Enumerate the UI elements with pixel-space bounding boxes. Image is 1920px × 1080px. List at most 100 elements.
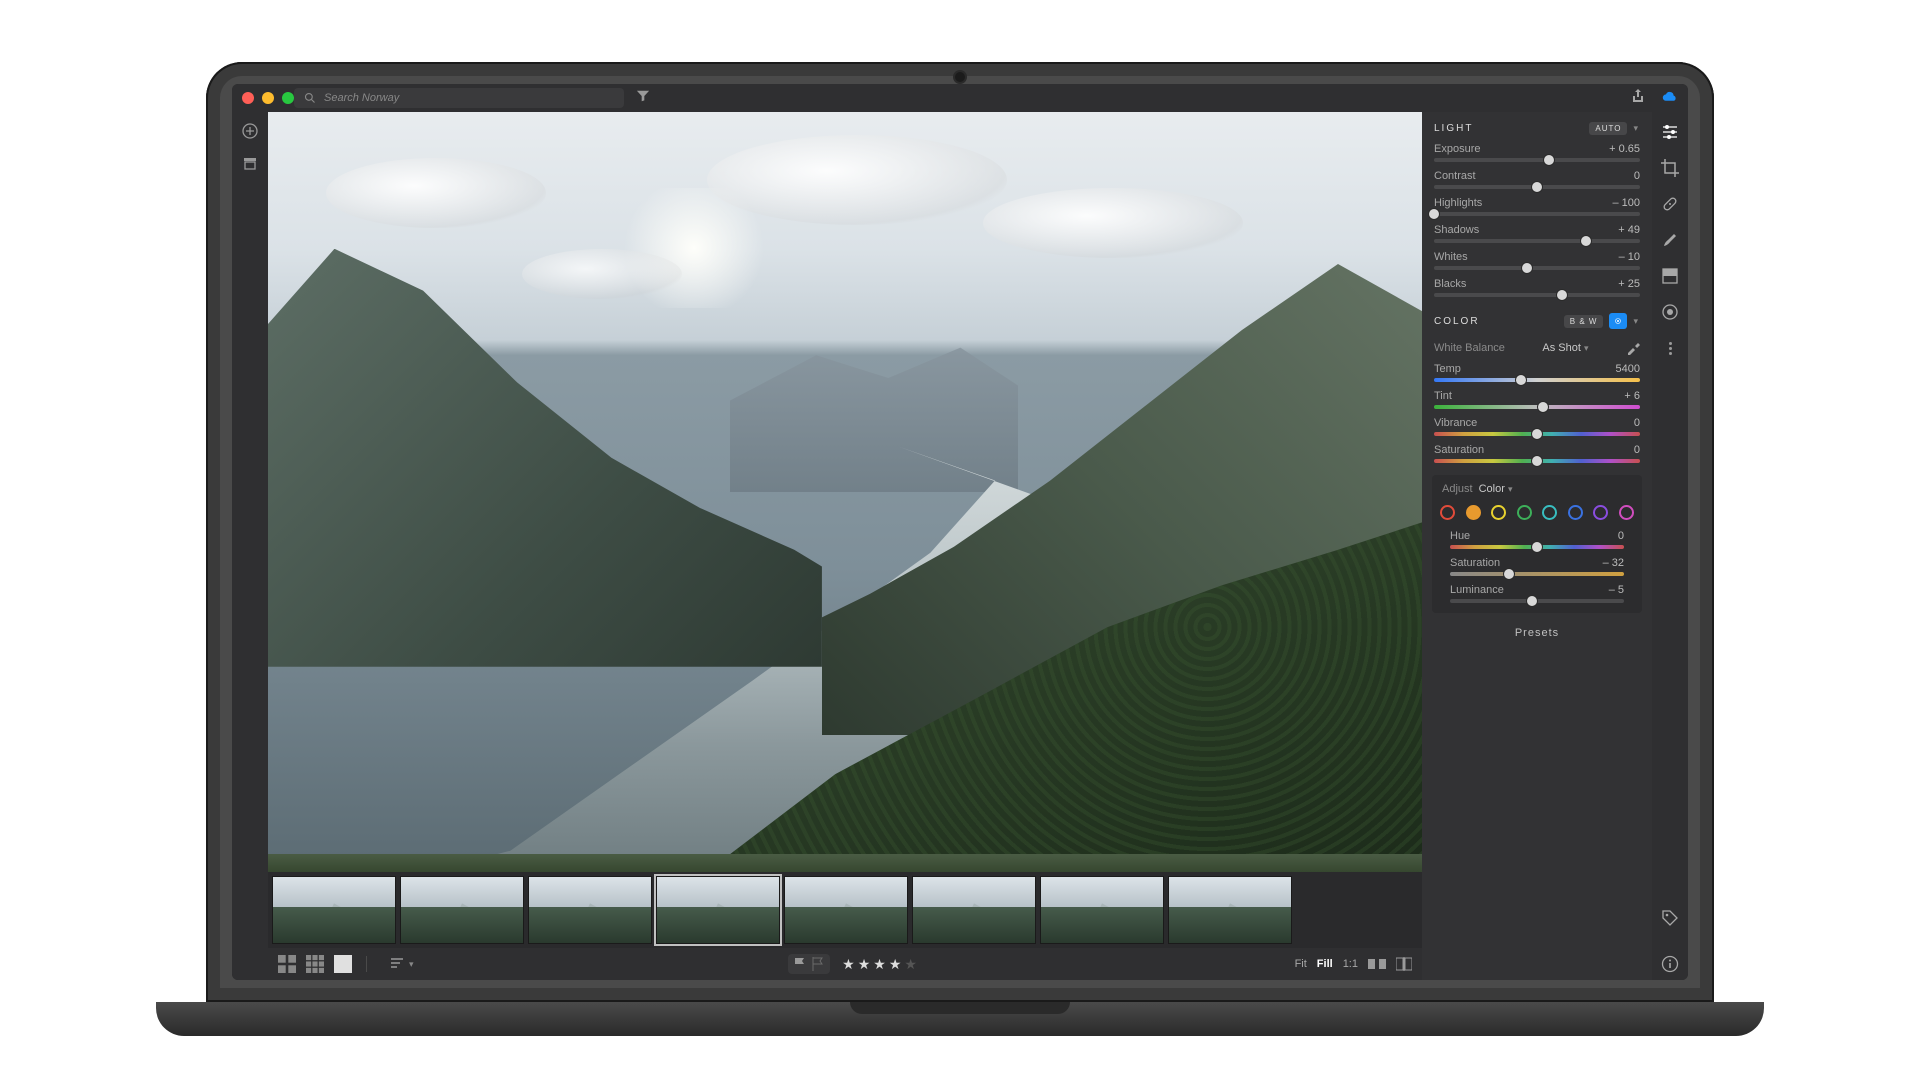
color-swatch-7[interactable] bbox=[1619, 505, 1634, 520]
tag-button[interactable] bbox=[1660, 908, 1680, 928]
tint-slider[interactable]: Tint+ 6 bbox=[1422, 388, 1652, 415]
more-tools-button[interactable] bbox=[1660, 338, 1680, 358]
square-grid-button[interactable] bbox=[306, 957, 324, 971]
adjust-mode-dropdown[interactable]: Color ▾ bbox=[1479, 483, 1513, 495]
highlights-slider[interactable]: Highlights– 100 bbox=[1422, 195, 1652, 222]
library-button[interactable] bbox=[241, 154, 259, 172]
exposure-knob[interactable] bbox=[1543, 154, 1555, 166]
filmstrip-thumb[interactable] bbox=[656, 876, 780, 944]
color-swatch-5[interactable] bbox=[1568, 505, 1583, 520]
star-2[interactable]: ★ bbox=[858, 956, 874, 972]
saturation-knob[interactable] bbox=[1531, 455, 1543, 467]
healing-button[interactable] bbox=[1660, 194, 1680, 214]
color-swatch-6[interactable] bbox=[1593, 505, 1608, 520]
photo-canvas[interactable] bbox=[268, 112, 1422, 872]
filmstrip-thumb[interactable] bbox=[272, 876, 396, 944]
more-icon bbox=[1669, 342, 1672, 355]
filmstrip-thumb[interactable] bbox=[400, 876, 524, 944]
share-button[interactable] bbox=[1630, 88, 1646, 109]
titlebar: Search Norway bbox=[232, 84, 1688, 112]
eyedropper-button[interactable] bbox=[1626, 341, 1640, 355]
tint-knob[interactable] bbox=[1537, 401, 1549, 413]
exposure-slider[interactable]: Exposure+ 0.65 bbox=[1422, 141, 1652, 168]
tag-icon bbox=[1661, 909, 1679, 927]
color-title: COLOR bbox=[1434, 316, 1480, 327]
linear-gradient-button[interactable] bbox=[1660, 266, 1680, 286]
cloud-sync-button[interactable] bbox=[1662, 88, 1678, 109]
cloud-icon bbox=[1662, 88, 1678, 104]
star-3[interactable]: ★ bbox=[873, 956, 889, 972]
search-field[interactable]: Search Norway bbox=[294, 88, 624, 108]
star-4[interactable]: ★ bbox=[889, 956, 905, 972]
close-window-button[interactable] bbox=[242, 92, 254, 104]
temp-knob[interactable] bbox=[1515, 374, 1527, 386]
whites-slider[interactable]: Whites– 10 bbox=[1422, 249, 1652, 276]
light-section-header[interactable]: LIGHT AUTO ▾ bbox=[1422, 112, 1652, 141]
luminance-slider[interactable]: Luminance– 5 bbox=[1438, 582, 1636, 609]
crop-button[interactable] bbox=[1660, 158, 1680, 178]
hue-knob[interactable] bbox=[1531, 541, 1543, 553]
hue-slider[interactable]: Hue0 bbox=[1438, 528, 1636, 555]
vibrance-knob[interactable] bbox=[1531, 428, 1543, 440]
adjust-label: Adjust bbox=[1442, 483, 1473, 495]
sort-button[interactable]: ▾ bbox=[391, 958, 414, 970]
edit-sliders-button[interactable] bbox=[1660, 122, 1680, 142]
color-swatch-4[interactable] bbox=[1542, 505, 1557, 520]
info-icon bbox=[1661, 955, 1679, 973]
brush-button[interactable] bbox=[1660, 230, 1680, 250]
highlights-knob[interactable] bbox=[1428, 208, 1440, 220]
flag-reject-button[interactable] bbox=[812, 957, 824, 971]
filmstrip[interactable] bbox=[268, 872, 1422, 948]
search-placeholder: Search Norway bbox=[324, 92, 399, 104]
color-swatches bbox=[1438, 501, 1636, 528]
light-auto-button[interactable]: AUTO bbox=[1589, 122, 1627, 135]
temp-slider[interactable]: Temp5400 bbox=[1422, 361, 1652, 388]
filter-icon bbox=[636, 89, 650, 103]
color-section-header[interactable]: COLOR B & W ▾ bbox=[1422, 303, 1652, 335]
filmstrip-thumb[interactable] bbox=[1168, 876, 1292, 944]
detail-view-button[interactable] bbox=[334, 957, 352, 971]
zoom-fit-button[interactable]: Fit bbox=[1295, 958, 1307, 970]
luminance-knob[interactable] bbox=[1526, 595, 1538, 607]
info-button[interactable] bbox=[1660, 954, 1680, 974]
saturation-slider[interactable]: Saturation0 bbox=[1422, 442, 1652, 469]
color-swatch-2[interactable] bbox=[1491, 505, 1506, 520]
before-after-button[interactable] bbox=[1368, 957, 1386, 971]
add-photos-button[interactable] bbox=[241, 122, 259, 140]
mixer-saturation-knob[interactable] bbox=[1503, 568, 1515, 580]
color-swatch-0[interactable] bbox=[1440, 505, 1455, 520]
original-toggle-button[interactable] bbox=[1396, 957, 1412, 971]
filmstrip-thumb[interactable] bbox=[784, 876, 908, 944]
star-1[interactable]: ★ bbox=[842, 956, 858, 972]
zoom-fill-button[interactable]: Fill bbox=[1317, 958, 1333, 970]
color-profile-button[interactable] bbox=[1609, 313, 1627, 329]
wb-dropdown[interactable]: As Shot ▾ bbox=[1542, 342, 1588, 354]
bw-button[interactable]: B & W bbox=[1564, 315, 1604, 328]
contrast-slider[interactable]: Contrast0 bbox=[1422, 168, 1652, 195]
mixer-saturation-slider[interactable]: Saturation– 32 bbox=[1438, 555, 1636, 582]
grid-view-button[interactable] bbox=[278, 957, 296, 971]
presets-button[interactable]: Presets bbox=[1422, 619, 1652, 647]
color-swatch-1[interactable] bbox=[1466, 505, 1481, 520]
minimize-window-button[interactable] bbox=[262, 92, 274, 104]
contrast-knob[interactable] bbox=[1531, 181, 1543, 193]
whites-knob[interactable] bbox=[1521, 262, 1533, 274]
filter-button[interactable] bbox=[636, 89, 650, 108]
zoom-1to1-button[interactable]: 1:1 bbox=[1343, 958, 1358, 970]
shadows-knob[interactable] bbox=[1580, 235, 1592, 247]
filmstrip-thumb[interactable] bbox=[528, 876, 652, 944]
filmstrip-thumb[interactable] bbox=[1040, 876, 1164, 944]
color-swatch-3[interactable] bbox=[1517, 505, 1532, 520]
blacks-slider[interactable]: Blacks+ 25 bbox=[1422, 276, 1652, 303]
rating-stars[interactable]: ★★★★★ bbox=[842, 956, 920, 973]
filmstrip-thumb[interactable] bbox=[912, 876, 1036, 944]
blacks-knob[interactable] bbox=[1556, 289, 1568, 301]
vibrance-slider[interactable]: Vibrance0 bbox=[1422, 415, 1652, 442]
radial-gradient-button[interactable] bbox=[1660, 302, 1680, 322]
flag-pick-button[interactable] bbox=[794, 957, 806, 971]
star-5[interactable]: ★ bbox=[904, 956, 920, 972]
bottom-bar: ▾ ★★★★★ Fit Fill 1:1 bbox=[268, 948, 1422, 980]
tool-rail bbox=[1652, 112, 1688, 980]
fullscreen-window-button[interactable] bbox=[282, 92, 294, 104]
shadows-slider[interactable]: Shadows+ 49 bbox=[1422, 222, 1652, 249]
